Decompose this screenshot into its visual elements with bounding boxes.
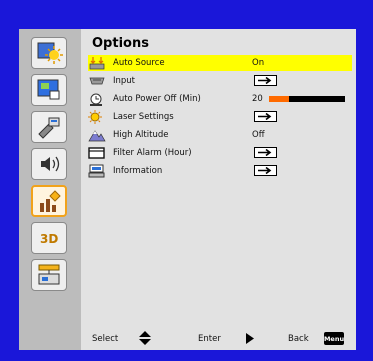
- select-hint-label: Select: [92, 334, 119, 344]
- arrow-right-icon: [258, 167, 272, 174]
- page-title: Options: [92, 36, 149, 51]
- laser-icon: [88, 110, 102, 124]
- sidebar-item-image[interactable]: [31, 37, 67, 69]
- mountain-icon: [88, 130, 106, 142]
- enter-button[interactable]: [254, 75, 277, 86]
- category-sidebar: 3D: [19, 29, 81, 350]
- option-filter-alarm[interactable]: Filter Alarm (Hour): [88, 145, 352, 161]
- enter-button[interactable]: [254, 165, 277, 176]
- option-label: Auto Source: [113, 58, 165, 68]
- sidebar-item-options[interactable]: [31, 185, 67, 217]
- option-value: On: [252, 58, 265, 68]
- enter-hint-label: Enter: [198, 334, 221, 344]
- option-value: 20: [252, 94, 263, 104]
- image-settings-icon: [37, 42, 63, 64]
- option-label: Information: [113, 166, 163, 176]
- information-icon: [88, 164, 105, 178]
- option-input[interactable]: Input: [88, 73, 352, 89]
- sidebar-item-volume[interactable]: [31, 148, 67, 180]
- power-off-slider[interactable]: [269, 96, 345, 102]
- setting-icon: [38, 117, 60, 139]
- input-icon: [89, 77, 105, 85]
- option-label: Input: [113, 76, 136, 86]
- arrow-right-icon: [258, 149, 272, 156]
- 3d-icon: 3D: [40, 232, 58, 246]
- option-label: Laser Settings: [113, 112, 174, 122]
- option-value: Off: [252, 130, 265, 140]
- option-label: Auto Power Off (Min): [113, 94, 201, 104]
- option-label: High Altitude: [113, 130, 169, 140]
- sidebar-item-lan[interactable]: [31, 259, 67, 291]
- 3d-icon-label: 3D: [40, 232, 58, 246]
- arrow-right-icon: [258, 77, 272, 84]
- option-auto-power-off[interactable]: Auto Power Off (Min) 20: [88, 91, 352, 107]
- enter-button[interactable]: [254, 147, 277, 158]
- option-label: Filter Alarm (Hour): [113, 148, 192, 158]
- back-hint-label: Back: [288, 334, 309, 344]
- menu-key-icon: Menu: [324, 332, 344, 345]
- option-laser-settings[interactable]: Laser Settings: [88, 109, 352, 125]
- option-auto-source[interactable]: Auto Source On: [88, 55, 352, 71]
- option-information[interactable]: Information: [88, 163, 352, 179]
- sidebar-item-screen[interactable]: [31, 74, 67, 106]
- up-down-arrows-icon: [139, 331, 151, 345]
- options-icon: [40, 190, 61, 212]
- sidebar-item-setting[interactable]: [31, 111, 67, 143]
- play-arrow-icon: [246, 333, 254, 344]
- enter-button[interactable]: [254, 111, 277, 122]
- screen-icon: [37, 79, 60, 100]
- arrow-right-icon: [258, 113, 272, 120]
- sidebar-item-3d[interactable]: 3D: [31, 222, 67, 254]
- option-high-altitude[interactable]: High Altitude Off: [88, 127, 352, 143]
- auto-source-icon: [89, 57, 105, 70]
- power-timer-icon: [90, 93, 102, 106]
- filter-icon: [88, 147, 105, 159]
- lan-icon: [38, 264, 60, 285]
- slider-fill: [269, 96, 289, 102]
- volume-icon: [41, 156, 60, 172]
- key-hints-bar: Select Enter Back Menu: [88, 331, 352, 346]
